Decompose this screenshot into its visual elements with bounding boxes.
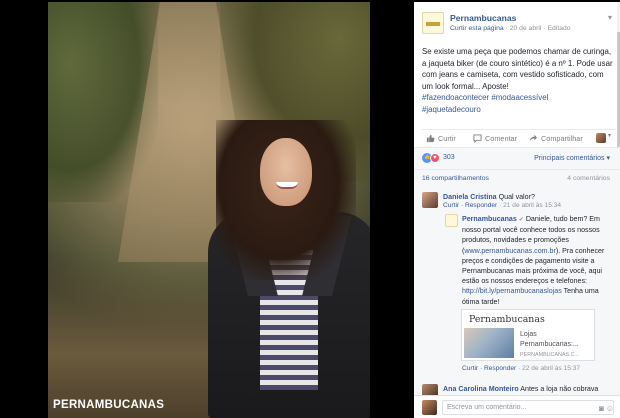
love-reaction-icon[interactable] (430, 153, 440, 163)
commenter-name[interactable]: Pernambucanas (462, 215, 517, 223)
comment-date[interactable]: 22 de abril às 15:37 (522, 365, 580, 372)
stores-link[interactable]: http://bit.ly/pernambucanaslojas (462, 287, 562, 295)
write-comment-bar: Escreva um comentário... ◙ ☺ (414, 395, 620, 418)
emoji-icon[interactable]: ☺ (606, 404, 614, 413)
comment-icon (473, 134, 482, 143)
card-subtitle-1: Lojas (520, 331, 537, 338)
face (260, 138, 312, 206)
card-domain: PERNAMBUCANAS.C... (520, 352, 580, 358)
site-link[interactable]: www.pernambucanas.com.br (464, 247, 555, 255)
current-user-avatar (422, 400, 437, 415)
shares-bar: 16 compartilhamentos 4 comentários (414, 169, 620, 187)
card-title: Pernambucanas (469, 314, 545, 325)
camera-icon[interactable]: ◙ (599, 404, 604, 413)
post-photo[interactable]: PERNAMBUCANAS (48, 2, 370, 418)
reactions-bar: 303 Principais comentários ▾ (414, 147, 620, 169)
comments-count: 4 comentários (567, 175, 610, 182)
page-avatar[interactable] (445, 214, 458, 227)
shares-count[interactable]: 16 compartilhamentos (422, 175, 489, 182)
comment-ana: Ana Carolina Monteiro Antes a loja não c… (443, 384, 615, 394)
like-reply-links[interactable]: Curtir · Responder (462, 365, 516, 372)
hashtag-line-1[interactable]: #fazendoacontecer #modaacessível (422, 92, 614, 104)
comment-text: Antes a loja não cobrava (520, 385, 599, 393)
comment-text: Qual valor? (498, 193, 535, 201)
comment-order-dropdown[interactable]: Principais comentários ▾ (534, 154, 610, 162)
share-icon (529, 134, 538, 142)
comment-button[interactable]: Comentar (473, 134, 517, 143)
reaction-count[interactable]: 303 (443, 154, 455, 161)
commenter-name[interactable]: Daniela Cristina (443, 193, 497, 201)
like-label: Curtir (438, 134, 456, 143)
post-body: Se existe uma peça que podemos chamar de… (422, 47, 613, 91)
like-page-link[interactable]: Curtir esta página (450, 25, 504, 32)
page-name[interactable]: Pernambucanas (450, 13, 516, 23)
post-date[interactable]: 20 de abril (510, 25, 542, 32)
photo-brand-watermark: PERNAMBUCANAS (53, 399, 165, 411)
post-side-panel: Pernambucanas Curtir esta página · 20 de… (414, 2, 620, 418)
post-meta: Curtir esta página · 20 de abril · Edita… (450, 25, 571, 32)
page-logo[interactable] (422, 12, 444, 34)
post-actions: Curtir Comentar Compartilhar (422, 129, 616, 145)
post-as-avatar[interactable] (596, 132, 611, 143)
comment-date[interactable]: 21 de abril às 15:34 (503, 202, 561, 209)
comment-label: Comentar (485, 134, 518, 143)
card-thumbnail (464, 328, 514, 358)
comments-list: Daniela Cristina Qual valor? Curtir · Re… (414, 187, 620, 400)
like-button[interactable]: Curtir (426, 134, 456, 143)
chevron-down-icon[interactable]: ▾ (608, 13, 612, 22)
link-preview-card[interactable]: Pernambucanas Lojas Pernambucanas:... PE… (461, 309, 595, 361)
card-subtitle-2: Pernambucanas:... (520, 341, 579, 348)
comment-meta: Curtir · Responder · 21 de abril às 15:3… (443, 202, 562, 209)
share-button[interactable]: Compartilhar (529, 134, 583, 143)
verified-icon: ✔ (518, 217, 524, 223)
comment-daniela: Daniela Cristina Qual valor? (443, 192, 615, 202)
edited-label: Editado (547, 25, 571, 32)
commenter-name[interactable]: Ana Carolina Monteiro (443, 385, 519, 393)
thumbs-up-icon (426, 134, 435, 143)
comment-input[interactable]: Escreva um comentário... (442, 400, 614, 415)
hashtag-line-2[interactable]: #jaquetadecouro (422, 104, 614, 116)
like-reply-links[interactable]: Curtir · Responder (443, 202, 497, 209)
comment-pernambucanas-reply: Pernambucanas ✔ Daniele, tudo bem? Em no… (462, 214, 614, 307)
avatar[interactable] (422, 192, 438, 208)
post-text: Se existe uma peça que podemos chamar de… (422, 46, 614, 116)
share-label: Compartilhar (541, 134, 583, 143)
photo-viewer: PERNAMBUCANAS Pernambucanas Curtir esta … (0, 0, 620, 418)
reply-meta: Curtir · Responder · 22 de abril às 15:3… (462, 365, 581, 372)
post-header: Pernambucanas Curtir esta página · 20 de… (414, 2, 620, 38)
